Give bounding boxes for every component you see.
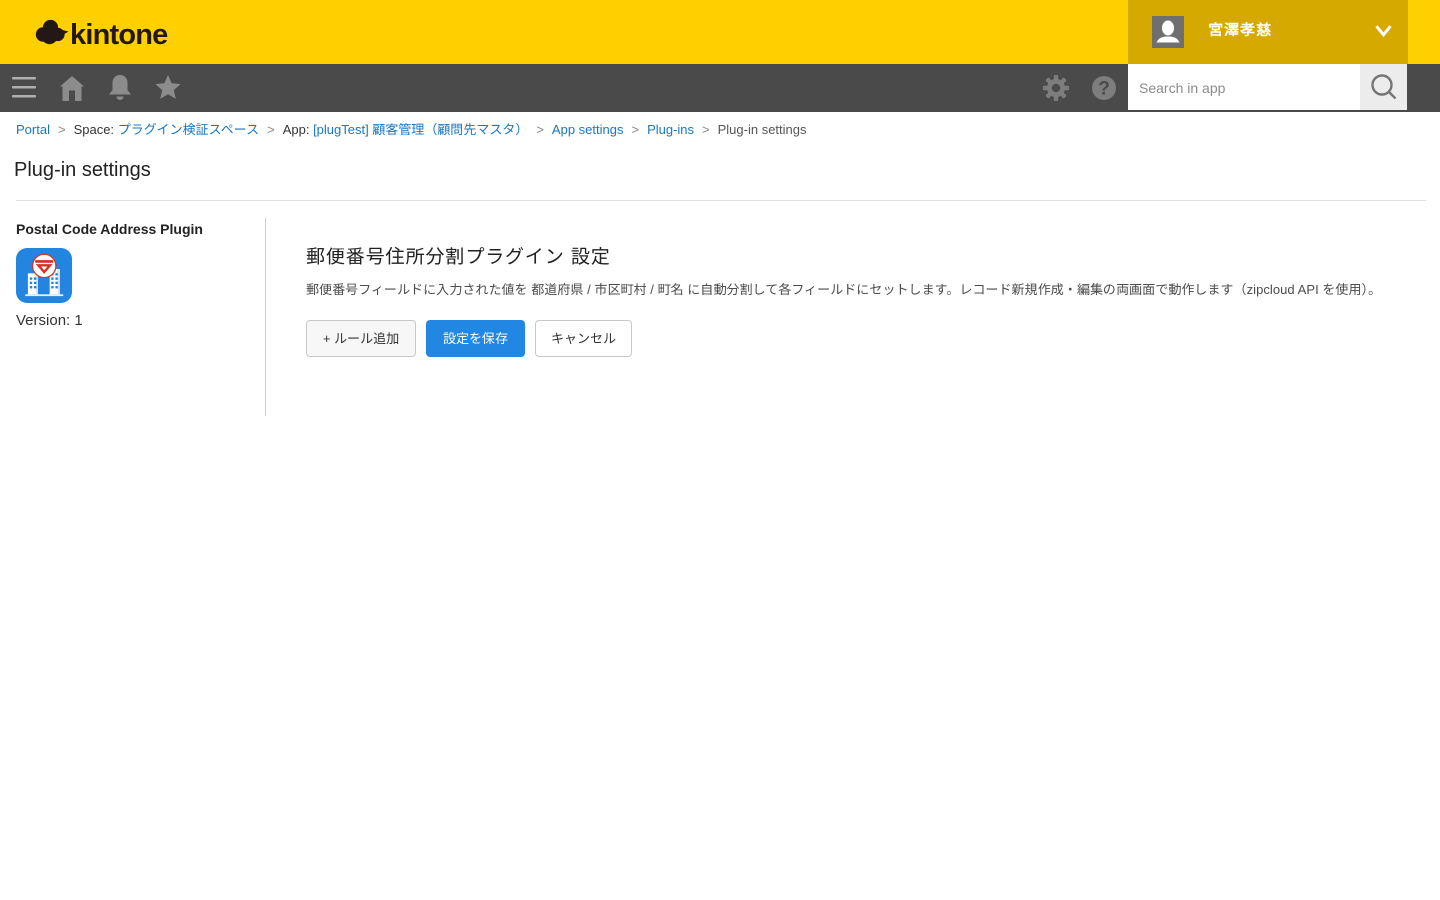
svg-text:?: ?: [1098, 79, 1110, 100]
svg-text:kintone: kintone: [70, 19, 168, 48]
